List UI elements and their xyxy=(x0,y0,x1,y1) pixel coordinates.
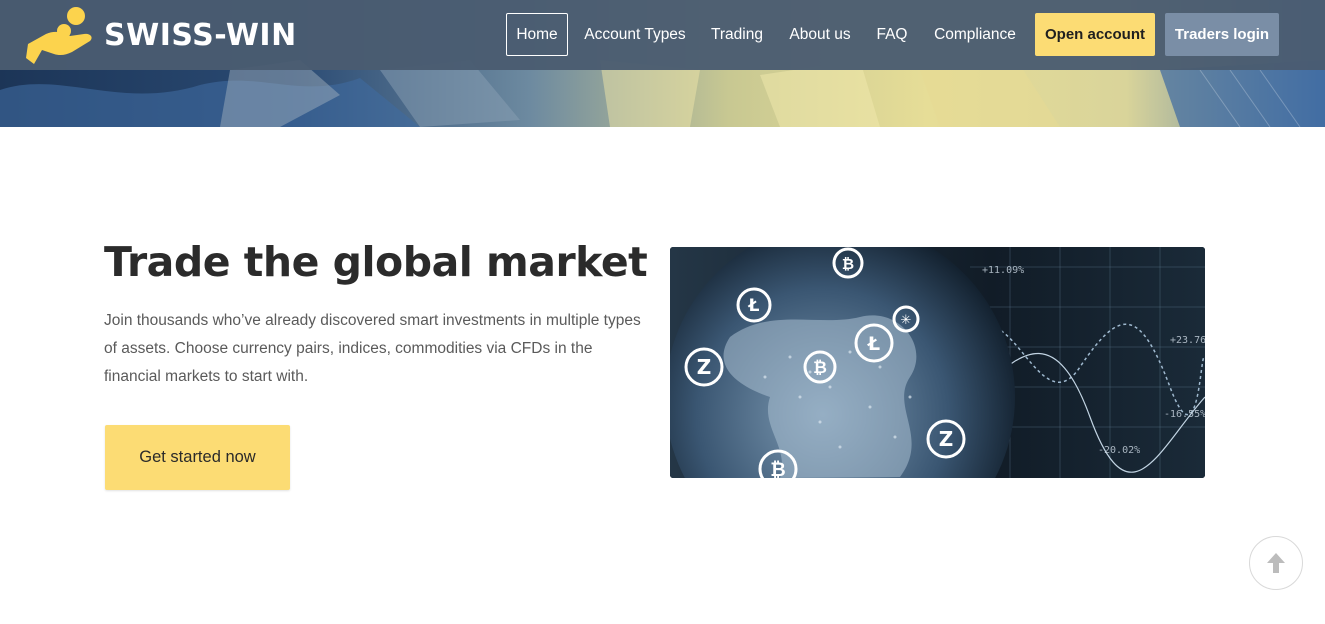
nav-faq[interactable]: FAQ xyxy=(872,13,912,56)
navbar: SWISS-WIN Home Account Types Trading Abo… xyxy=(0,0,1325,70)
brand-name: SWISS-WIN xyxy=(104,17,297,53)
svg-text:₿: ₿ xyxy=(842,255,854,273)
nav-account-types[interactable]: Account Types xyxy=(580,13,690,56)
page-title: Trade the global market xyxy=(104,238,648,286)
get-started-button[interactable]: Get started now xyxy=(105,425,290,490)
logo[interactable]: SWISS-WIN xyxy=(24,4,297,66)
svg-text:₿: ₿ xyxy=(770,459,785,478)
nav-about-us[interactable]: About us xyxy=(786,13,854,56)
crypto-globe-image: Ł Z Ł ₿ ₿ Z ₿ ✳ +11.09% +23.76% -16.55% -20.… xyxy=(670,247,1205,478)
svg-text:Ł: Ł xyxy=(748,296,760,316)
svg-text:Z: Z xyxy=(939,427,954,451)
arrow-up-icon xyxy=(1267,553,1285,573)
traders-login-button[interactable]: Traders login xyxy=(1165,13,1279,56)
svg-text:✳: ✳ xyxy=(901,313,912,328)
image-label-4: -20.02% xyxy=(1098,445,1140,456)
nav-compliance[interactable]: Compliance xyxy=(930,13,1020,56)
svg-text:Z: Z xyxy=(697,355,712,379)
nav-home[interactable]: Home xyxy=(506,13,568,56)
hero-description: Join thousands who’ve already discovered… xyxy=(104,312,641,385)
hand-coin-icon xyxy=(26,7,92,64)
open-account-button[interactable]: Open account xyxy=(1035,13,1155,56)
image-label-3: -16.55% xyxy=(1164,409,1205,420)
image-label-2: +23.76% xyxy=(1170,335,1205,346)
svg-text:₿: ₿ xyxy=(813,358,827,378)
scroll-to-top-button[interactable] xyxy=(1249,536,1303,590)
image-label-1: +11.09% xyxy=(982,265,1024,276)
svg-text:Ł: Ł xyxy=(867,333,880,355)
nav-trading[interactable]: Trading xyxy=(706,13,768,56)
